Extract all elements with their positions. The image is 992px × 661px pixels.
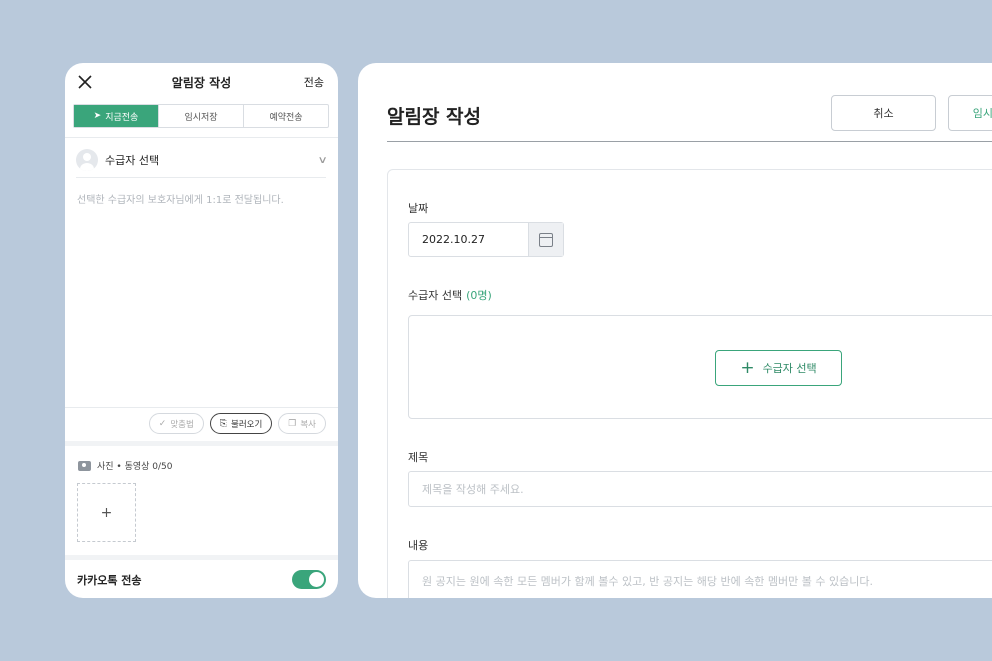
temp-save-button[interactable]: 임시저장 xyxy=(948,95,992,131)
tab-send-now[interactable]: ➤ 지금전송 xyxy=(74,105,159,127)
avatar-icon xyxy=(76,149,98,171)
recipient-label: 수급자 선택 (0명) xyxy=(408,287,492,303)
kakao-send-toggle[interactable] xyxy=(292,570,326,589)
copy-label: 복사 xyxy=(300,419,316,430)
divider xyxy=(65,407,338,408)
content-textarea[interactable]: 원 공지는 원에 속한 모든 멤버가 함께 볼수 있고, 반 공지는 해당 반에… xyxy=(408,560,992,598)
spellcheck-label: 맞춤법 xyxy=(170,419,194,430)
tab-temp-save[interactable]: 임시저장 xyxy=(159,105,244,127)
divider xyxy=(65,137,338,138)
page-title: 알림장 작성 xyxy=(387,106,482,128)
recipient-count: (0명) xyxy=(466,289,492,302)
mobile-recipient-select[interactable]: 수급자 선택 ∨ xyxy=(76,147,328,173)
import-icon: ⎘ xyxy=(219,418,227,429)
plus-icon: + xyxy=(740,358,755,378)
chevron-down-icon: ∨ xyxy=(317,154,328,166)
send-mode-tabs: ➤ 지금전송 임시저장 예약전송 xyxy=(73,104,329,128)
subject-input[interactable]: 제목을 작성해 주세요. xyxy=(408,471,992,507)
cancel-button[interactable]: 취소 xyxy=(831,95,936,131)
desktop-compose-panel: 알림장 작성 취소 임시저장 날짜 2022.10.27 수급자 선택(0명) … xyxy=(358,63,992,598)
recipient-label-text: 수급자 선택 xyxy=(408,289,463,302)
spellcheck-button[interactable]: ✓ 맞춤법 xyxy=(148,413,204,434)
add-media-button[interactable]: + xyxy=(77,483,136,542)
recipient-description: 선택한 수급자의 보호자님에게 1:1로 전달됩니다. xyxy=(77,195,284,206)
title-divider xyxy=(387,141,992,142)
date-picker[interactable]: 2022.10.27 xyxy=(408,222,564,257)
cursor-icon: ➤ xyxy=(93,111,102,121)
add-recipient-button[interactable]: + 수급자 선택 xyxy=(715,350,842,386)
divider xyxy=(76,177,326,178)
tab-scheduled-send[interactable]: 예약전송 xyxy=(244,105,328,127)
tab-send-now-label: 지금전송 xyxy=(105,112,139,123)
recipient-box: + 수급자 선택 xyxy=(408,315,992,419)
recipient-select-label: 수급자 선택 xyxy=(105,154,160,167)
tab-temp-save-label: 임시저장 xyxy=(184,112,218,123)
date-input[interactable]: 2022.10.27 xyxy=(409,223,528,256)
kakao-send-label: 카카오톡 전송 xyxy=(77,574,142,587)
mobile-header: 알림장 작성 전송 xyxy=(65,63,338,101)
tab-scheduled-send-label: 예약전송 xyxy=(269,112,303,123)
camera-icon xyxy=(78,460,91,471)
import-label: 불러오기 xyxy=(231,419,263,430)
copy-button[interactable]: ❐ 복사 xyxy=(278,413,326,434)
compose-form: 날짜 2022.10.27 수급자 선택 (0명) + 수급자 선택 제목 제목을… xyxy=(387,169,992,598)
media-label: 사진 • 동영상 0/50 xyxy=(97,462,173,472)
mobile-send-button[interactable]: 전송 xyxy=(304,74,324,90)
section-gap xyxy=(65,555,338,560)
calendar-icon xyxy=(539,232,553,247)
mobile-compose-panel: 알림장 작성 전송 ➤ 지금전송 임시저장 예약전송 수급자 선택 ∨ 선택한 … xyxy=(65,63,338,598)
content-label: 내용 xyxy=(408,539,429,552)
copy-icon: ❐ xyxy=(288,418,297,429)
spellcheck-icon: ✓ xyxy=(158,418,167,429)
section-gap xyxy=(65,441,338,446)
import-button[interactable]: ⎘ 불러오기 xyxy=(209,413,273,434)
editor-tools: ✓ 맞춤법 ⎘ 불러오기 ❐ 복사 xyxy=(148,413,326,434)
plus-icon: + xyxy=(100,504,113,521)
calendar-button[interactable] xyxy=(528,223,563,256)
subject-label: 제목 xyxy=(408,451,429,464)
media-counter: 사진 • 동영상 0/50 xyxy=(78,459,173,472)
date-label: 날짜 xyxy=(408,202,429,215)
add-recipient-label: 수급자 선택 xyxy=(762,362,817,375)
mobile-title: 알림장 작성 xyxy=(171,76,232,90)
